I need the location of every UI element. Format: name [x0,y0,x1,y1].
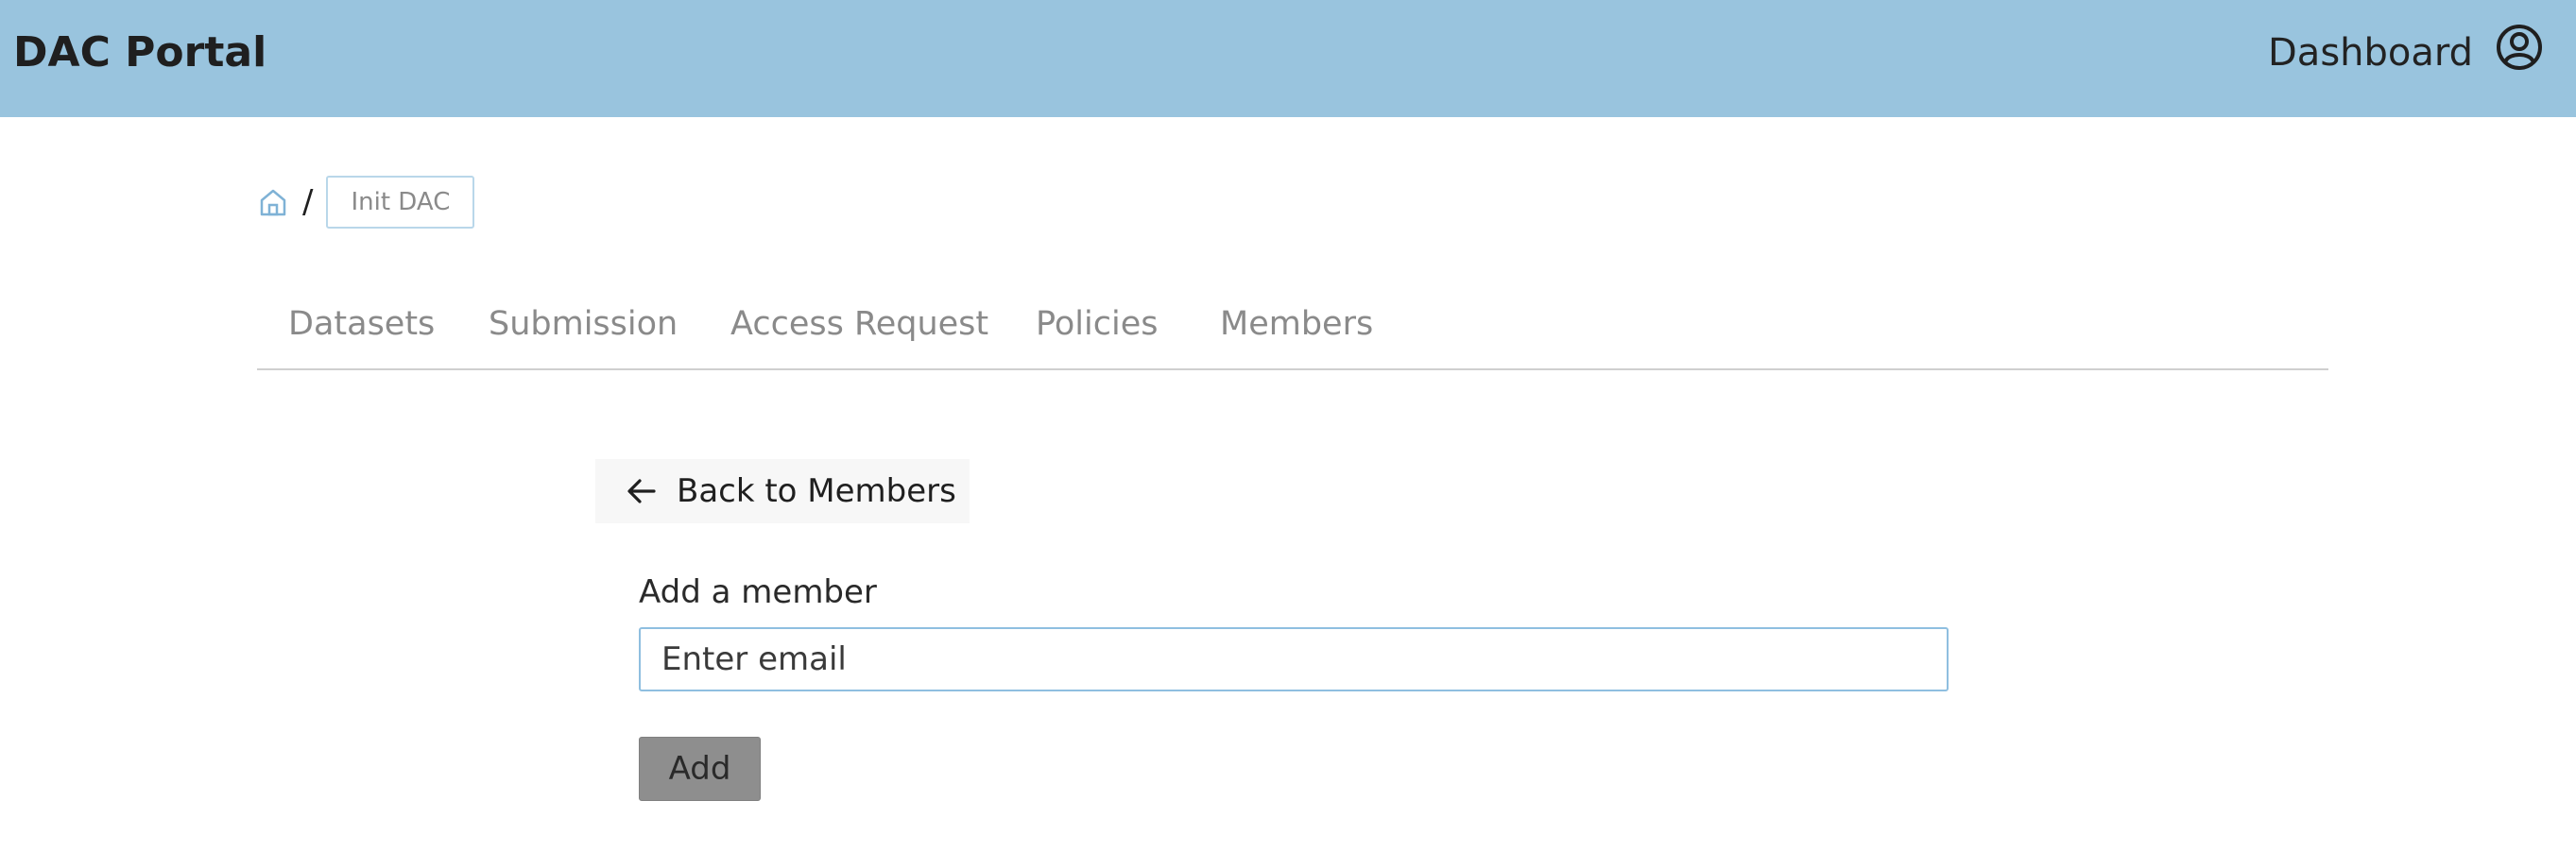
tab-access-request[interactable]: Access Request [730,302,988,346]
tab-submission[interactable]: Submission [489,302,678,346]
user-circle-icon[interactable] [2495,23,2544,72]
back-to-members-button[interactable]: Back to Members [595,459,970,523]
arrow-left-icon [627,479,656,503]
breadcrumb: / Init DAC [257,176,475,229]
tab-datasets[interactable]: Datasets [288,302,435,346]
dashboard-link[interactable]: Dashboard [2268,28,2473,77]
breadcrumb-current[interactable]: Init DAC [326,176,475,229]
tab-bar: Datasets Submission Access Request Polic… [257,293,2328,370]
add-member-label: Add a member [639,573,877,611]
home-icon[interactable] [257,186,289,218]
breadcrumb-separator: / [302,183,314,221]
top-header: DAC Portal Dashboard [0,0,2576,117]
back-button-label: Back to Members [677,472,956,510]
app-brand[interactable]: DAC Portal [13,28,266,77]
add-button[interactable]: Add [639,737,761,801]
email-input[interactable] [639,627,1949,691]
tab-policies[interactable]: Policies [1036,302,1158,346]
tab-members[interactable]: Members [1220,302,1373,346]
